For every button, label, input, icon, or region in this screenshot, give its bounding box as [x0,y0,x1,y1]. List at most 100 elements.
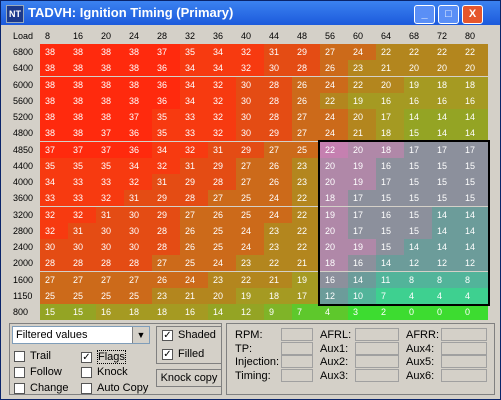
table-cell[interactable]: 22 [460,44,488,60]
table-cell[interactable]: 18 [320,255,348,272]
table-cell[interactable]: 2 [376,304,404,320]
table-cell[interactable]: 14 [432,222,460,239]
table-cell[interactable]: 18 [124,304,152,320]
table-cell[interactable]: 30 [264,60,292,77]
table-cell[interactable]: 25 [292,141,320,158]
table-cell[interactable]: 12 [460,255,488,272]
table-cell[interactable]: 21 [348,125,376,142]
table-cell[interactable]: 12 [404,255,432,272]
table-cell[interactable]: 36 [152,76,180,93]
table-cell[interactable]: 3 [348,304,376,320]
table-cell[interactable]: 27 [320,44,348,60]
minimize-button[interactable]: _ [414,5,435,24]
table-cell[interactable]: 15 [404,222,432,239]
table-cell[interactable]: 26 [180,222,208,239]
table-cell[interactable]: 21 [180,287,208,304]
table-cell[interactable]: 38 [124,92,152,109]
table-cell[interactable]: 35 [68,157,96,174]
table-cell[interactable]: 24 [236,239,264,255]
table-cell[interactable]: 30 [236,109,264,125]
table-cell[interactable]: 32 [236,60,264,77]
table-cell[interactable]: 14 [376,255,404,272]
table-cell[interactable]: 23 [264,239,292,255]
table-cell[interactable]: 12 [320,287,348,304]
table-cell[interactable]: 28 [152,222,180,239]
table-cell[interactable]: 28 [264,109,292,125]
table-cell[interactable]: 28 [40,255,68,272]
title-bar[interactable]: NT TADVH: Ignition Timing (Primary) _ □ … [1,1,500,25]
table-cell[interactable]: 37 [124,109,152,125]
table-cell[interactable]: 38 [40,109,68,125]
table-cell[interactable]: 22 [292,190,320,207]
table-cell[interactable]: 19 [236,287,264,304]
table-cell[interactable]: 15 [404,125,432,142]
table-cell[interactable]: 7 [292,304,320,320]
table-cell[interactable]: 0 [432,304,460,320]
table-cell[interactable]: 32 [40,222,68,239]
table-cell[interactable]: 0 [460,304,488,320]
flags-checkbox-box[interactable]: ✓ [81,351,92,363]
table-cell[interactable]: 29 [180,174,208,190]
table-cell[interactable]: 33 [68,190,96,207]
table-cell[interactable]: 29 [152,206,180,223]
table-cell[interactable]: 30 [96,239,124,255]
table-cell[interactable]: 24 [320,125,348,142]
table-cell[interactable]: 25 [68,287,96,304]
table-cell[interactable]: 31 [264,44,292,60]
table-cell[interactable]: 38 [124,76,152,93]
table-cell[interactable]: 29 [292,44,320,60]
timing-table[interactable]: Load 8 16 20 24 28 32 36 40 44 48 56 60 64 68 72 80 680… [9,29,492,320]
table-cell[interactable]: 15 [404,190,432,207]
table-cell[interactable]: 25 [96,287,124,304]
table-cell[interactable]: 34 [180,76,208,93]
table-cell[interactable]: 17 [404,141,432,158]
table-cell[interactable]: 28 [264,92,292,109]
table-cell[interactable]: 38 [124,60,152,77]
table-cell[interactable]: 37 [40,141,68,158]
table-cell[interactable]: 19 [348,157,376,174]
table-cell[interactable]: 25 [180,255,208,272]
table-cell[interactable]: 38 [124,44,152,60]
table-cell[interactable]: 22 [320,141,348,158]
close-button[interactable]: X [462,5,483,24]
table-cell[interactable]: 4 [320,304,348,320]
table-cell[interactable]: 29 [264,125,292,142]
table-cell[interactable]: 34 [152,141,180,158]
table-cell[interactable]: 22 [320,92,348,109]
filled-checkbox[interactable]: ✓ Filled [162,348,204,360]
table-cell[interactable]: 22 [292,239,320,255]
table-cell[interactable]: 14 [208,304,236,320]
table-cell[interactable]: 16 [404,92,432,109]
table-cell[interactable]: 14 [460,125,488,142]
table-cell[interactable]: 14 [432,206,460,223]
table-cell[interactable]: 18 [376,125,404,142]
table-cell[interactable]: 38 [40,125,68,142]
table-cell[interactable]: 26 [292,92,320,109]
table-cell[interactable]: 38 [68,44,96,60]
table-cell[interactable]: 23 [152,287,180,304]
table-cell[interactable]: 36 [152,60,180,77]
table-cell[interactable]: 17 [348,206,376,223]
table-cell[interactable]: 20 [348,141,376,158]
table-cell[interactable]: 23 [292,174,320,190]
table-cell[interactable]: 26 [320,60,348,77]
table-cell[interactable]: 15 [460,190,488,207]
table-cell[interactable]: 34 [124,157,152,174]
table-cell[interactable]: 22 [376,44,404,60]
table-cell[interactable]: 37 [96,141,124,158]
table-cell[interactable]: 22 [292,206,320,223]
table-cell[interactable]: 37 [152,44,180,60]
table-cell[interactable]: 4 [432,287,460,304]
table-cell[interactable]: 30 [40,239,68,255]
table-cell[interactable]: 14 [460,206,488,223]
table-cell[interactable]: 24 [180,271,208,288]
table-cell[interactable]: 34 [180,60,208,77]
auto-copy-checkbox[interactable]: Auto Copy [81,382,148,394]
table-cell[interactable]: 17 [348,222,376,239]
table-cell[interactable]: 15 [404,206,432,223]
table-cell[interactable]: 35 [180,44,208,60]
table-cell[interactable]: 26 [208,206,236,223]
table-cell[interactable]: 18 [320,190,348,207]
table-cell[interactable]: 15 [68,304,96,320]
table-cell[interactable]: 32 [208,76,236,93]
